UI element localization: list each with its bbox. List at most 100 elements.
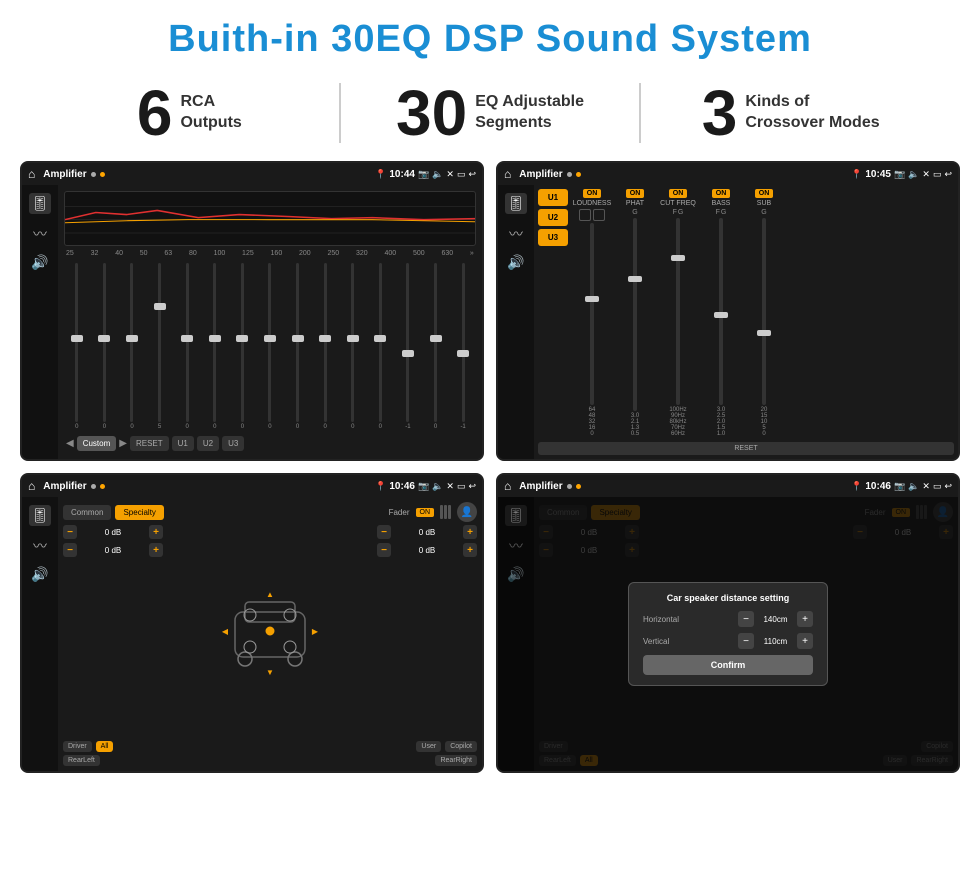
sidebar-wave-icon-1[interactable]: 〰 [33, 224, 47, 244]
horizontal-plus[interactable]: + [797, 611, 813, 627]
slider-thumb-13[interactable] [402, 350, 414, 357]
amp2-reset-btn[interactable]: RESET [538, 442, 954, 455]
slider-thumb-4[interactable] [154, 303, 166, 310]
bass-thumb[interactable] [714, 312, 728, 318]
sidebar-wave-icon-3[interactable]: 〰 [33, 536, 47, 556]
user-btn-3[interactable]: User [416, 741, 441, 752]
sidebar-speaker-icon-1[interactable]: 🔊 [31, 254, 48, 271]
vertical-minus[interactable]: − [738, 633, 754, 649]
eq-val-13: -1 [405, 424, 410, 430]
sidebar-wave-icon-2[interactable]: 〰 [509, 224, 523, 244]
next-arrow[interactable]: ▶ [119, 438, 127, 449]
rearleft-btn-3[interactable]: RearLeft [63, 755, 100, 766]
all-btn-3[interactable]: All [96, 741, 114, 752]
slider-thumb-2[interactable] [98, 335, 110, 342]
slider-thumb-7[interactable] [236, 335, 248, 342]
sidebar-eq-icon-2[interactable]: 🎚 [505, 193, 527, 214]
u2-btn[interactable]: U2 [197, 436, 219, 451]
screen-2: ⌂ Amplifier 📍 10:45 📷 🔈 ✕ ▭ ↩ 🎚 〰 🔊 [496, 161, 960, 461]
slider-thumb-6[interactable] [209, 335, 221, 342]
sub-thumb[interactable] [757, 330, 771, 336]
db-plus-1[interactable]: + [149, 525, 163, 539]
phat-slider[interactable] [633, 218, 637, 411]
preset-u2[interactable]: U2 [538, 209, 568, 226]
profile-icon-3[interactable]: 👤 [457, 502, 477, 522]
slider-track-12[interactable] [379, 263, 382, 422]
slider-thumb-9[interactable] [292, 335, 304, 342]
car-diagram: ▲ ▼ ◀ ▶ [171, 525, 369, 738]
loudness-slider[interactable] [590, 223, 594, 405]
status-time-2: 10:45 [865, 169, 891, 180]
rearright-btn-3[interactable]: RearRight [435, 755, 477, 766]
slider-thumb-1[interactable] [71, 335, 83, 342]
phat-thumb[interactable] [628, 276, 642, 282]
slider-track-15[interactable] [462, 263, 465, 422]
slider-track-14[interactable] [434, 263, 437, 422]
preset-u1[interactable]: U1 [538, 189, 568, 206]
wifi-icon-4: ✕ [922, 481, 930, 492]
vertical-plus[interactable]: + [797, 633, 813, 649]
slider-thumb-3[interactable] [126, 335, 138, 342]
loudness-toggle-1[interactable] [579, 209, 591, 221]
cutfreq-thumb[interactable] [671, 255, 685, 261]
db-plus-4[interactable]: + [463, 543, 477, 557]
slider-thumb-15[interactable] [457, 350, 469, 357]
loudness-thumb[interactable] [585, 296, 599, 302]
prev-arrow[interactable]: ◀ [66, 438, 74, 449]
sub-slider[interactable] [762, 218, 766, 405]
db-plus-2[interactable]: + [149, 543, 163, 557]
slider-track-11[interactable] [351, 263, 354, 422]
custom-btn[interactable]: Custom [77, 436, 117, 451]
tab-common-3[interactable]: Common [63, 505, 111, 520]
driver-btn-3[interactable]: Driver [63, 741, 92, 752]
screen2-title: Amplifier [519, 169, 562, 180]
slider-thumb-8[interactable] [264, 335, 276, 342]
reset-btn[interactable]: RESET [130, 436, 169, 451]
horizontal-minus[interactable]: − [738, 611, 754, 627]
phat-label: PHAT [626, 200, 644, 207]
tab-specialty-3[interactable]: Specialty [115, 505, 163, 520]
bass-slider[interactable] [719, 218, 723, 405]
slider-track-2[interactable] [103, 263, 106, 422]
slider-track-13[interactable] [406, 263, 409, 422]
preset-u3[interactable]: U3 [538, 229, 568, 246]
db-minus-4[interactable]: − [377, 543, 391, 557]
cutfreq-slider[interactable] [676, 218, 680, 405]
slider-track-10[interactable] [324, 263, 327, 422]
confirm-button[interactable]: Confirm [643, 655, 813, 675]
slider-track-1[interactable] [75, 263, 78, 422]
slider-track-4[interactable] [158, 263, 161, 422]
loudness-toggle-2[interactable] [593, 209, 605, 221]
sidebar-speaker-icon-2[interactable]: 🔊 [507, 254, 524, 271]
status-icons-4: 📍 10:46 📷 🔈 ✕ ▭ ↩ [851, 481, 952, 492]
u1-btn[interactable]: U1 [172, 436, 194, 451]
slider-track-5[interactable] [186, 263, 189, 422]
slider-col-13: -1 [395, 261, 421, 430]
eq-val-12: 0 [379, 424, 382, 430]
db-minus-3[interactable]: − [377, 525, 391, 539]
sidebar-eq-icon-1[interactable]: 🎚 [29, 193, 51, 214]
db-minus-2[interactable]: − [63, 543, 77, 557]
slider-track-8[interactable] [268, 263, 271, 422]
sidebar-speaker-icon-3[interactable]: 🔊 [31, 566, 48, 583]
slider-thumb-14[interactable] [430, 335, 442, 342]
slider-thumb-10[interactable] [319, 335, 331, 342]
slider-thumb-12[interactable] [374, 335, 386, 342]
slider-track-9[interactable] [296, 263, 299, 422]
amp-col-bass: ON BASS F G 3.0 2.5 2.0 [701, 189, 741, 437]
slider-track-6[interactable] [213, 263, 216, 422]
cutfreq-f: F [673, 209, 677, 216]
copilot-btn-3[interactable]: Copilot [445, 741, 477, 752]
slider-thumb-11[interactable] [347, 335, 359, 342]
slider-track-3[interactable] [130, 263, 133, 422]
wifi-icon-2: ✕ [922, 169, 930, 180]
status-dot-1a [91, 172, 96, 177]
slider-thumb-5[interactable] [181, 335, 193, 342]
db-minus-1[interactable]: − [63, 525, 77, 539]
slider-track-7[interactable] [241, 263, 244, 422]
sidebar-eq-icon-3[interactable]: 🎚 [29, 505, 51, 526]
bass-val-0: 1.0 [717, 431, 725, 437]
eq-val-10: 0 [323, 424, 326, 430]
db-plus-3[interactable]: + [463, 525, 477, 539]
u3-btn[interactable]: U3 [222, 436, 244, 451]
